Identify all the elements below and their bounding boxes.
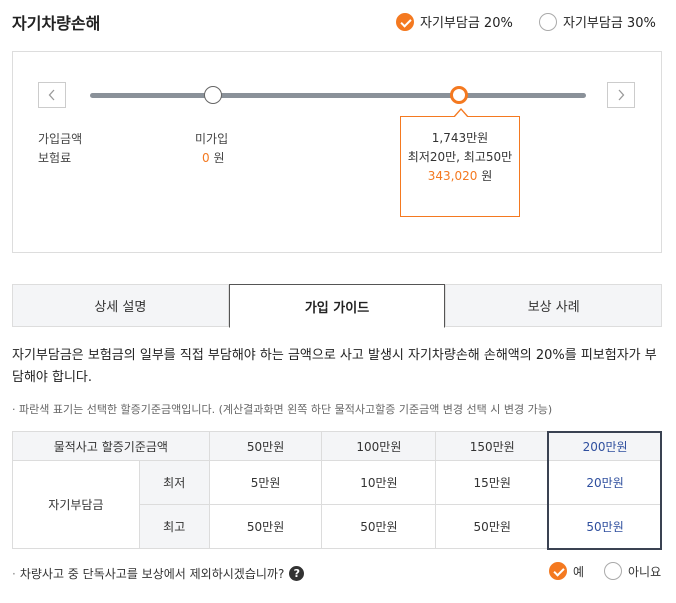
not-subscribed-premium: 0 원 (202, 149, 225, 168)
table-cell: 15만원 (435, 460, 550, 505)
section-title: 자기차량손해 (12, 14, 101, 33)
question-text: 차량사고 중 단독사고를 보상에서 제외하시겠습니까? (19, 567, 285, 581)
question-circle-icon[interactable]: ? (289, 566, 305, 581)
not-subscribed-label: 미가입 (195, 132, 229, 146)
checked-radio-icon[interactable] (549, 562, 567, 580)
row-label: 최저 (138, 460, 210, 505)
column-header-selected: 200만원 (548, 431, 662, 461)
deductible-20-option[interactable]: 자기부담금 20% (396, 12, 513, 31)
table-cell: 50만원 (208, 504, 323, 549)
tab-guide[interactable]: 가입 가이드 (228, 284, 446, 328)
selected-amount: 1,743만원 (431, 131, 489, 145)
premium-row-label: 보험료 (38, 151, 72, 165)
tab-details[interactable]: 상세 설명 (12, 284, 229, 327)
tab-claim-cases[interactable]: 보상 사례 (445, 284, 663, 327)
table-cell: 5만원 (208, 460, 323, 505)
slider-track[interactable] (90, 93, 586, 98)
deductible-30-label: 자기부담금 30% (563, 16, 656, 31)
guide-description: 자기부담금은 보험금의 일부를 직접 부담해야 하는 금액으로 사고 발생시 자… (12, 348, 657, 385)
selected-premium-line: 343,020 원 (401, 167, 519, 186)
group-label: 자기부담금 (12, 460, 140, 549)
info-tabs: 상세 설명 가입 가이드 보상 사례 (12, 284, 663, 328)
deductible-table: 물적사고 할증기준금액 50만원 100만원 150만원 200만원 자기부담금… (12, 431, 662, 549)
header-label: 물적사고 할증기준금액 (12, 431, 210, 461)
answer-yes-option[interactable]: 예 (549, 562, 584, 580)
table-header-row: 물적사고 할증기준금액 50만원 100만원 150만원 200만원 (12, 431, 662, 461)
premium-value: 0 (202, 151, 210, 165)
won-unit: 원 (481, 169, 493, 183)
amount-row-label: 가입금액 (38, 132, 83, 146)
table-cell: 50만원 (321, 504, 437, 549)
table-cell: 50만원 (435, 504, 550, 549)
single-accident-question: · 차량사고 중 단독사고를 보상에서 제외하시겠습니까? ? (12, 565, 305, 582)
coverage-slider-panel (12, 51, 662, 253)
slider-stop-unselected[interactable] (204, 86, 222, 104)
unchecked-radio-icon[interactable] (604, 562, 622, 580)
slider-handle-selected[interactable] (450, 86, 468, 104)
answer-yes-label: 예 (573, 564, 585, 579)
next-button[interactable] (607, 82, 635, 108)
selected-amount-tooltip: 1,743만원 최저20만, 최고50만 343,020 원 (400, 108, 520, 217)
unchecked-radio-icon[interactable] (539, 12, 557, 31)
column-header: 100만원 (321, 431, 437, 461)
table-cell-selected: 50만원 (548, 504, 662, 549)
selected-premium-value: 343,020 (427, 169, 478, 183)
table-cell: 10만원 (321, 460, 437, 505)
column-header: 150만원 (435, 431, 550, 461)
prev-button[interactable] (38, 82, 66, 108)
guide-note: · 파란색 표기는 선택한 할증기준금액입니다. (계산결과화면 왼쪽 하단 물… (12, 403, 553, 416)
row-label: 최고 (138, 504, 210, 549)
selected-range: 최저20만, 최고50만 (407, 150, 513, 164)
table-row: 자기부담금 최저 5만원 10만원 15만원 20만원 (12, 460, 662, 549)
deductible-20-label: 자기부담금 20% (420, 16, 513, 31)
chevron-left-icon (48, 89, 55, 101)
column-header: 50만원 (208, 431, 323, 461)
answer-no-label: 아니요 (628, 564, 662, 579)
deductible-30-option[interactable]: 자기부담금 30% (539, 12, 656, 31)
table-cell-selected: 20만원 (548, 460, 662, 505)
checked-radio-icon[interactable] (396, 12, 414, 31)
won-unit: 원 (213, 151, 225, 165)
answer-no-option[interactable]: 아니요 (604, 562, 661, 580)
chevron-right-icon (618, 89, 625, 101)
